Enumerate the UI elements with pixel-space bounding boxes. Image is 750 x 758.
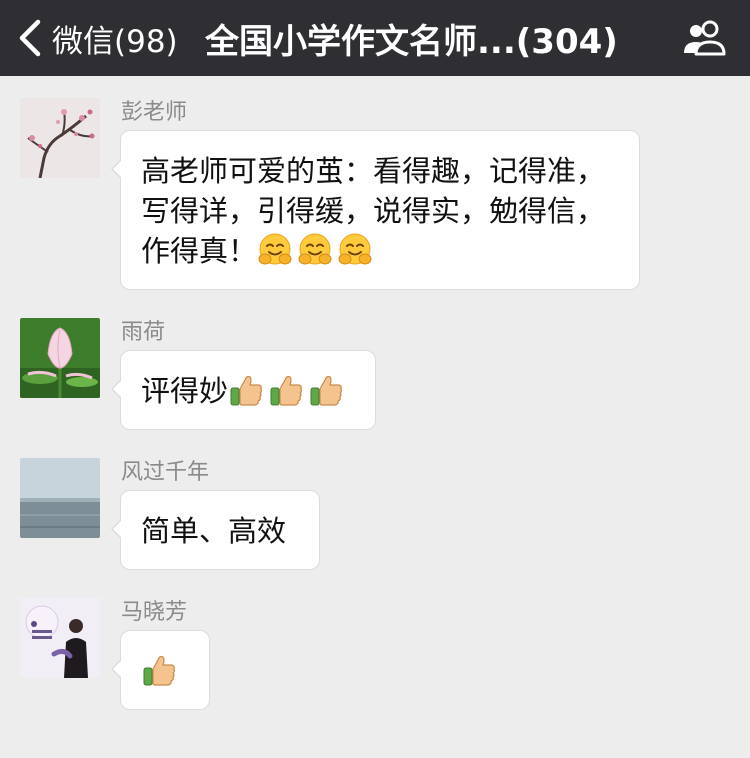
- back-button[interactable]: 微信(98): [14, 10, 178, 66]
- message-bubble[interactable]: 高老师可爱的茧：看得趣，记得准，写得详，引得缓，说得实，勉得信，作得真！: [111, 130, 640, 290]
- avatar[interactable]: [20, 98, 100, 178]
- sender-name: 马晓芳: [121, 600, 188, 625]
- avatar[interactable]: [20, 598, 100, 678]
- sender-name: 风过千年: [121, 460, 210, 485]
- hugging-face-icon: [337, 232, 373, 268]
- avatar[interactable]: [20, 458, 100, 538]
- group-members-icon[interactable]: [679, 18, 729, 58]
- hugging-face-icon: [297, 232, 333, 268]
- message-bubble[interactable]: [111, 630, 210, 710]
- chat-title: 全国小学作文名师...(304): [205, 21, 618, 62]
- navigation-bar: 微信(98) 全国小学作文名师...(304): [0, 0, 750, 76]
- message-text: 评得妙: [141, 374, 229, 408]
- message-bubble[interactable]: 简单、高效: [111, 490, 320, 570]
- sender-name: 彭老师: [121, 100, 188, 125]
- message-text: 简单、高效: [141, 514, 287, 548]
- message-bubble[interactable]: 评得妙: [111, 350, 376, 430]
- group-members-button[interactable]: [676, 14, 732, 62]
- message-list[interactable]: 彭老师 高老师可爱的茧：看得趣，记得准，写得详，引得缓，说得实，勉得信，作得真！…: [0, 76, 750, 758]
- thumbs-up-icon: [268, 372, 304, 408]
- sender-name: 雨荷: [121, 320, 166, 345]
- avatar[interactable]: [20, 318, 100, 398]
- thumbs-up-icon: [141, 652, 177, 688]
- chevron-left-icon[interactable]: [14, 18, 48, 58]
- hugging-face-icon: [257, 232, 293, 268]
- thumbs-up-icon: [308, 372, 344, 408]
- thumbs-up-icon: [228, 372, 264, 408]
- back-label[interactable]: 微信(98): [52, 16, 178, 61]
